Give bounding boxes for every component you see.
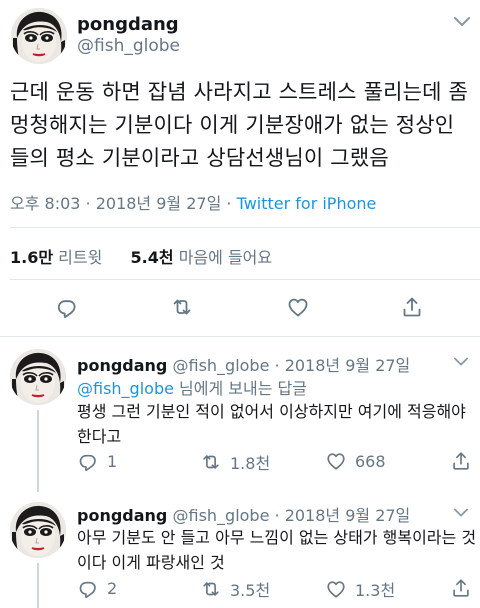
avatar[interactable] xyxy=(11,8,67,64)
display-name[interactable]: pongdang xyxy=(77,14,179,35)
like-icon xyxy=(325,578,347,600)
retweets-count: 1.6만 xyxy=(10,248,54,267)
reply-button[interactable]: 1 xyxy=(77,450,117,472)
retweet-icon xyxy=(200,451,222,473)
like-icon xyxy=(286,295,310,319)
like-count: 1.3천 xyxy=(355,581,396,600)
avatar[interactable] xyxy=(10,349,66,405)
chevron-down-icon[interactable] xyxy=(452,355,470,369)
replying-to: @fish_globe 님에게 보내는 답글 xyxy=(77,375,307,399)
like-count: 668 xyxy=(355,451,386,471)
thread-line xyxy=(37,563,39,608)
chevron-down-icon[interactable] xyxy=(452,14,472,30)
reply-button[interactable]: 2 xyxy=(77,577,117,599)
retweet-icon xyxy=(200,578,222,600)
likes-count: 5.4천 xyxy=(130,248,174,267)
main-tweet: pongdang @fish_globe 근데 운동 하면 잡념 사라지고 스트… xyxy=(0,0,480,338)
reply-button[interactable] xyxy=(55,295,79,319)
reply-text: 아무 기분도 안 들고 아무 느낌이 없는 상태가 행복이라는 것이다 이게 파… xyxy=(77,528,477,572)
like-button[interactable]: 1.3천 xyxy=(325,577,395,601)
retweet-button[interactable]: 3.5천 xyxy=(200,577,270,601)
share-icon xyxy=(400,295,424,319)
tweet-timestamp[interactable]: 오후 8:03 · 2018년 9월 27일 · xyxy=(10,194,237,213)
avatar[interactable] xyxy=(10,502,66,558)
share-button[interactable] xyxy=(450,450,472,472)
retweets-stat[interactable]: 1.6만 리트윗 xyxy=(10,248,102,267)
retweet-count: 3.5천 xyxy=(230,581,271,600)
reply-count: 2 xyxy=(107,578,118,598)
like-button[interactable] xyxy=(286,295,310,319)
divider xyxy=(10,227,480,228)
thread-line xyxy=(37,410,39,492)
retweet-icon xyxy=(170,295,194,319)
reply-count: 1 xyxy=(107,451,118,471)
display-name[interactable]: pongdang xyxy=(77,356,167,375)
reply-icon xyxy=(77,450,99,472)
replying-to-label: 님에게 보내는 답글 xyxy=(173,379,307,398)
reply-icon xyxy=(77,577,99,599)
reply-meta[interactable]: @fish_globe · 2018년 9월 27일 xyxy=(172,506,410,525)
share-icon xyxy=(450,450,472,472)
reply-header: pongdang @fish_globe · 2018년 9월 27일 xyxy=(77,502,410,526)
reply-text: 평생 그런 기분인 적이 없어서 이상하지만 여기에 적응해야 한다고 xyxy=(77,402,466,446)
like-button[interactable]: 668 xyxy=(325,450,386,472)
retweets-label: 리트윗 xyxy=(58,248,103,267)
avatar-image xyxy=(11,8,67,64)
divider xyxy=(10,279,480,280)
reply-header: pongdang @fish_globe · 2018년 9월 27일 xyxy=(77,352,410,376)
likes-label: 마음에 들어요 xyxy=(178,248,273,267)
share-button[interactable] xyxy=(400,295,424,319)
avatar-image xyxy=(10,502,66,558)
share-icon xyxy=(450,577,472,599)
tweet-text: 근데 운동 하면 잡념 사라지고 스트레스 풀리는데 좀 멍청해지는 기분이다 … xyxy=(10,80,469,170)
retweet-button[interactable]: 1.8천 xyxy=(200,450,270,474)
reply-meta[interactable]: @fish_globe · 2018년 9월 27일 xyxy=(172,356,410,375)
tweet-meta: 오후 8:03 · 2018년 9월 27일 · Twitter for iPh… xyxy=(10,190,376,214)
replying-to-mention[interactable]: @fish_globe xyxy=(77,379,174,398)
display-name[interactable]: pongdang xyxy=(77,506,167,525)
chevron-down-icon[interactable] xyxy=(452,506,470,520)
avatar-image xyxy=(10,349,66,405)
divider xyxy=(0,336,480,337)
tweet-source-link[interactable]: Twitter for iPhone xyxy=(237,194,377,213)
reply-icon xyxy=(55,295,79,319)
likes-stat[interactable]: 5.4천 마음에 들어요 xyxy=(131,248,273,267)
handle[interactable]: @fish_globe xyxy=(77,36,180,56)
share-button[interactable] xyxy=(450,577,472,599)
retweet-button[interactable] xyxy=(170,295,194,319)
tweet-stats: 1.6만 리트윗 5.4천 마음에 들어요 xyxy=(10,244,272,268)
like-icon xyxy=(325,450,347,472)
retweet-count: 1.8천 xyxy=(230,454,271,473)
